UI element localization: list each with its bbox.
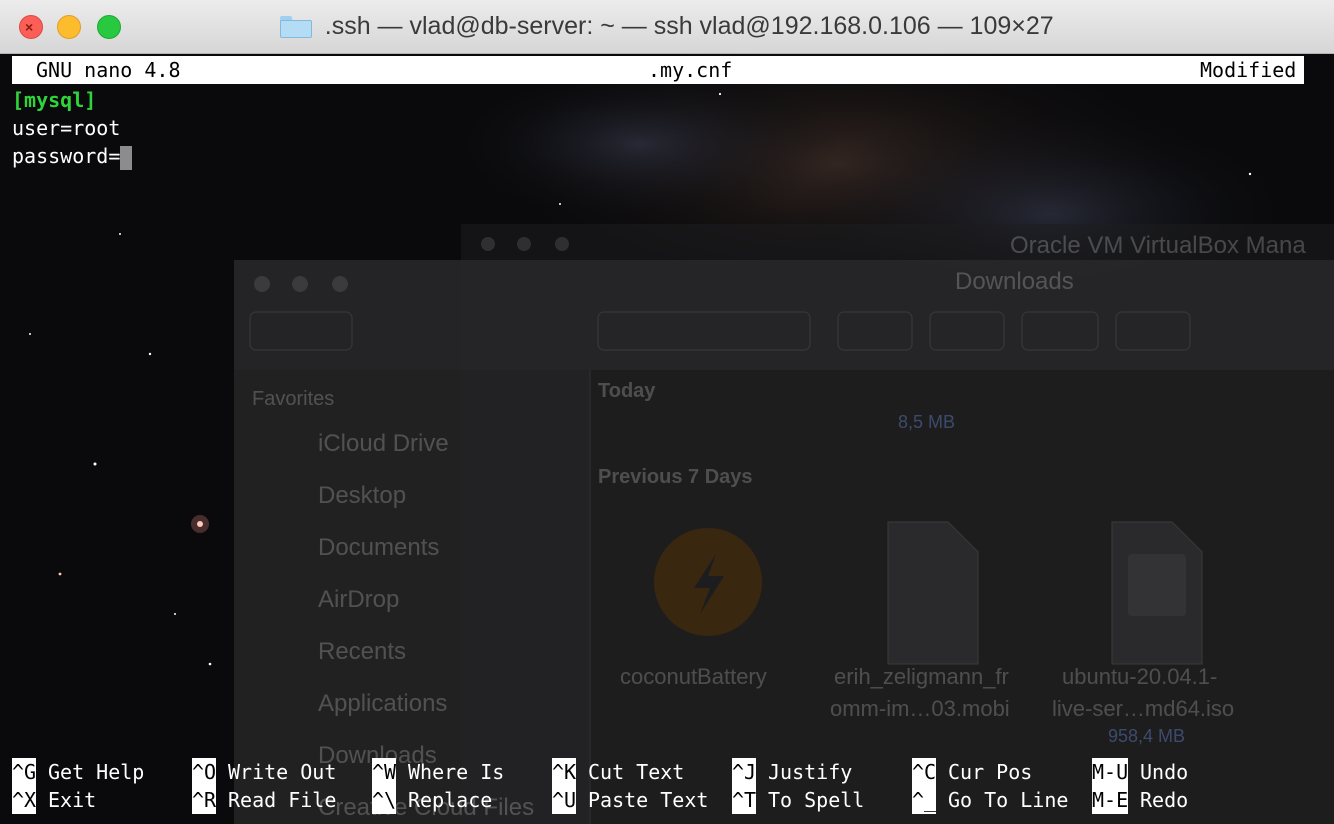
shortcut-key: ^T [732, 786, 757, 814]
terminal-window: × .ssh — vlad@db-server: ~ — ssh vlad@19… [0, 0, 1334, 824]
shortcut-label: Undo [1140, 760, 1189, 784]
shortcut-redo[interactable]: M-E Redo [1092, 786, 1188, 814]
file-line-section[interactable]: [mysql] [12, 86, 96, 114]
ghost-sidebar-item: Applications [318, 690, 448, 717]
shortcut-key: ^R [192, 786, 217, 814]
shortcut-label: Redo [1140, 788, 1189, 812]
shortcut-key: M-E [1092, 786, 1129, 814]
shortcut-label: To Spell [768, 788, 865, 812]
ghost-sidebar-item: Desktop [318, 482, 407, 509]
shortcut-key: ^\ [372, 786, 397, 814]
ghost-file-name-line2: live-ser…md64.iso [1052, 696, 1235, 721]
shortcut-label: Exit [48, 788, 97, 812]
ghost-virtualbox-title: Oracle VM VirtualBox Mana [1010, 232, 1306, 259]
shortcut-key: ^W [372, 758, 397, 786]
shortcut-key: ^X [12, 786, 37, 814]
shortcut-key: ^G [12, 758, 37, 786]
shortcut-key: ^K [552, 758, 577, 786]
ghost-file-name: ubuntu-20.04.1- [1062, 664, 1218, 689]
ghost-file-name: erih_zeligmann_fr [834, 664, 1009, 689]
ghost-file-name-line2: omm-im…03.mobi [830, 696, 1010, 721]
shortcut-get-help[interactable]: ^G Get Help [12, 758, 144, 786]
shortcut-key: ^J [732, 758, 757, 786]
terminal-content[interactable]: Oracle VM VirtualBox Mana Downloads Favo… [0, 54, 1334, 824]
file-line-password-text: password= [12, 144, 121, 168]
ghost-file-name: coconutBattery [620, 664, 767, 689]
folder-icon [280, 15, 313, 38]
shortcut-cur-pos[interactable]: ^C Cur Pos [912, 758, 1032, 786]
shortcut-to-spell[interactable]: ^T To Spell [732, 786, 864, 814]
shortcut-paste-text[interactable]: ^U Paste Text [552, 786, 708, 814]
shortcut-label: Get Help [48, 760, 145, 784]
window-title: .ssh — vlad@db-server: ~ — ssh vlad@192.… [324, 12, 1054, 40]
shortcut-label: Cur Pos [948, 760, 1033, 784]
title-bar[interactable]: × .ssh — vlad@db-server: ~ — ssh vlad@19… [0, 0, 1334, 54]
ghost-sidebar-item: Documents [318, 534, 440, 561]
shortcut-justify[interactable]: ^J Justify [732, 758, 852, 786]
shortcut-exit[interactable]: ^X Exit [12, 786, 96, 814]
shortcut-key: ^O [192, 758, 217, 786]
shortcut-write-out[interactable]: ^O Write Out [192, 758, 336, 786]
ghost-today-size: 8,5 MB [898, 412, 956, 432]
shortcut-key: M-U [1092, 758, 1129, 786]
ghost-section-today: Today [598, 380, 656, 402]
shortcut-label: Where Is [408, 760, 505, 784]
file-line-password[interactable]: password= [12, 142, 133, 170]
ghost-finder-title: Downloads [955, 268, 1074, 295]
shortcut-label: Go To Line [948, 788, 1069, 812]
ghost-iso-size: 958,4 MB [1108, 726, 1186, 746]
nano-filename: .my.cnf [648, 58, 733, 82]
shortcut-key: ^U [552, 786, 577, 814]
shortcut-where-is[interactable]: ^W Where Is [372, 758, 504, 786]
shortcut-go-to-line[interactable]: ^_ Go To Line [912, 786, 1068, 814]
ghost-sidebar-item: iCloud Drive [318, 430, 449, 457]
shortcut-label: Cut Text [588, 760, 685, 784]
window-title-area: .ssh — vlad@db-server: ~ — ssh vlad@192.… [0, 12, 1334, 44]
shortcut-label: Justify [768, 760, 853, 784]
shortcut-label: Read File [228, 788, 337, 812]
shortcut-cut-text[interactable]: ^K Cut Text [552, 758, 684, 786]
shortcut-label: Write Out [228, 760, 337, 784]
nano-version: GNU nano 4.8 [36, 58, 181, 82]
nano-status: Modified [1200, 58, 1297, 82]
shortcut-label: Replace [408, 788, 493, 812]
shortcut-replace[interactable]: ^\ Replace [372, 786, 492, 814]
ghost-section-prev: Previous 7 Days [598, 466, 753, 488]
shortcut-key: ^C [912, 758, 937, 786]
shortcut-read-file[interactable]: ^R Read File [192, 786, 336, 814]
file-line-user[interactable]: user=root [12, 114, 120, 142]
ghost-sidebar-item: Recents [318, 638, 407, 665]
shortcut-undo[interactable]: M-U Undo [1092, 758, 1188, 786]
shortcut-label: Paste Text [588, 788, 709, 812]
ghost-sidebar-header: Favorites [252, 388, 335, 410]
text-cursor [120, 145, 133, 170]
nano-title-bar: GNU nano 4.8 .my.cnf Modified [12, 56, 1304, 84]
ghost-sidebar-item: AirDrop [318, 586, 400, 613]
shortcut-key: ^_ [912, 786, 937, 814]
